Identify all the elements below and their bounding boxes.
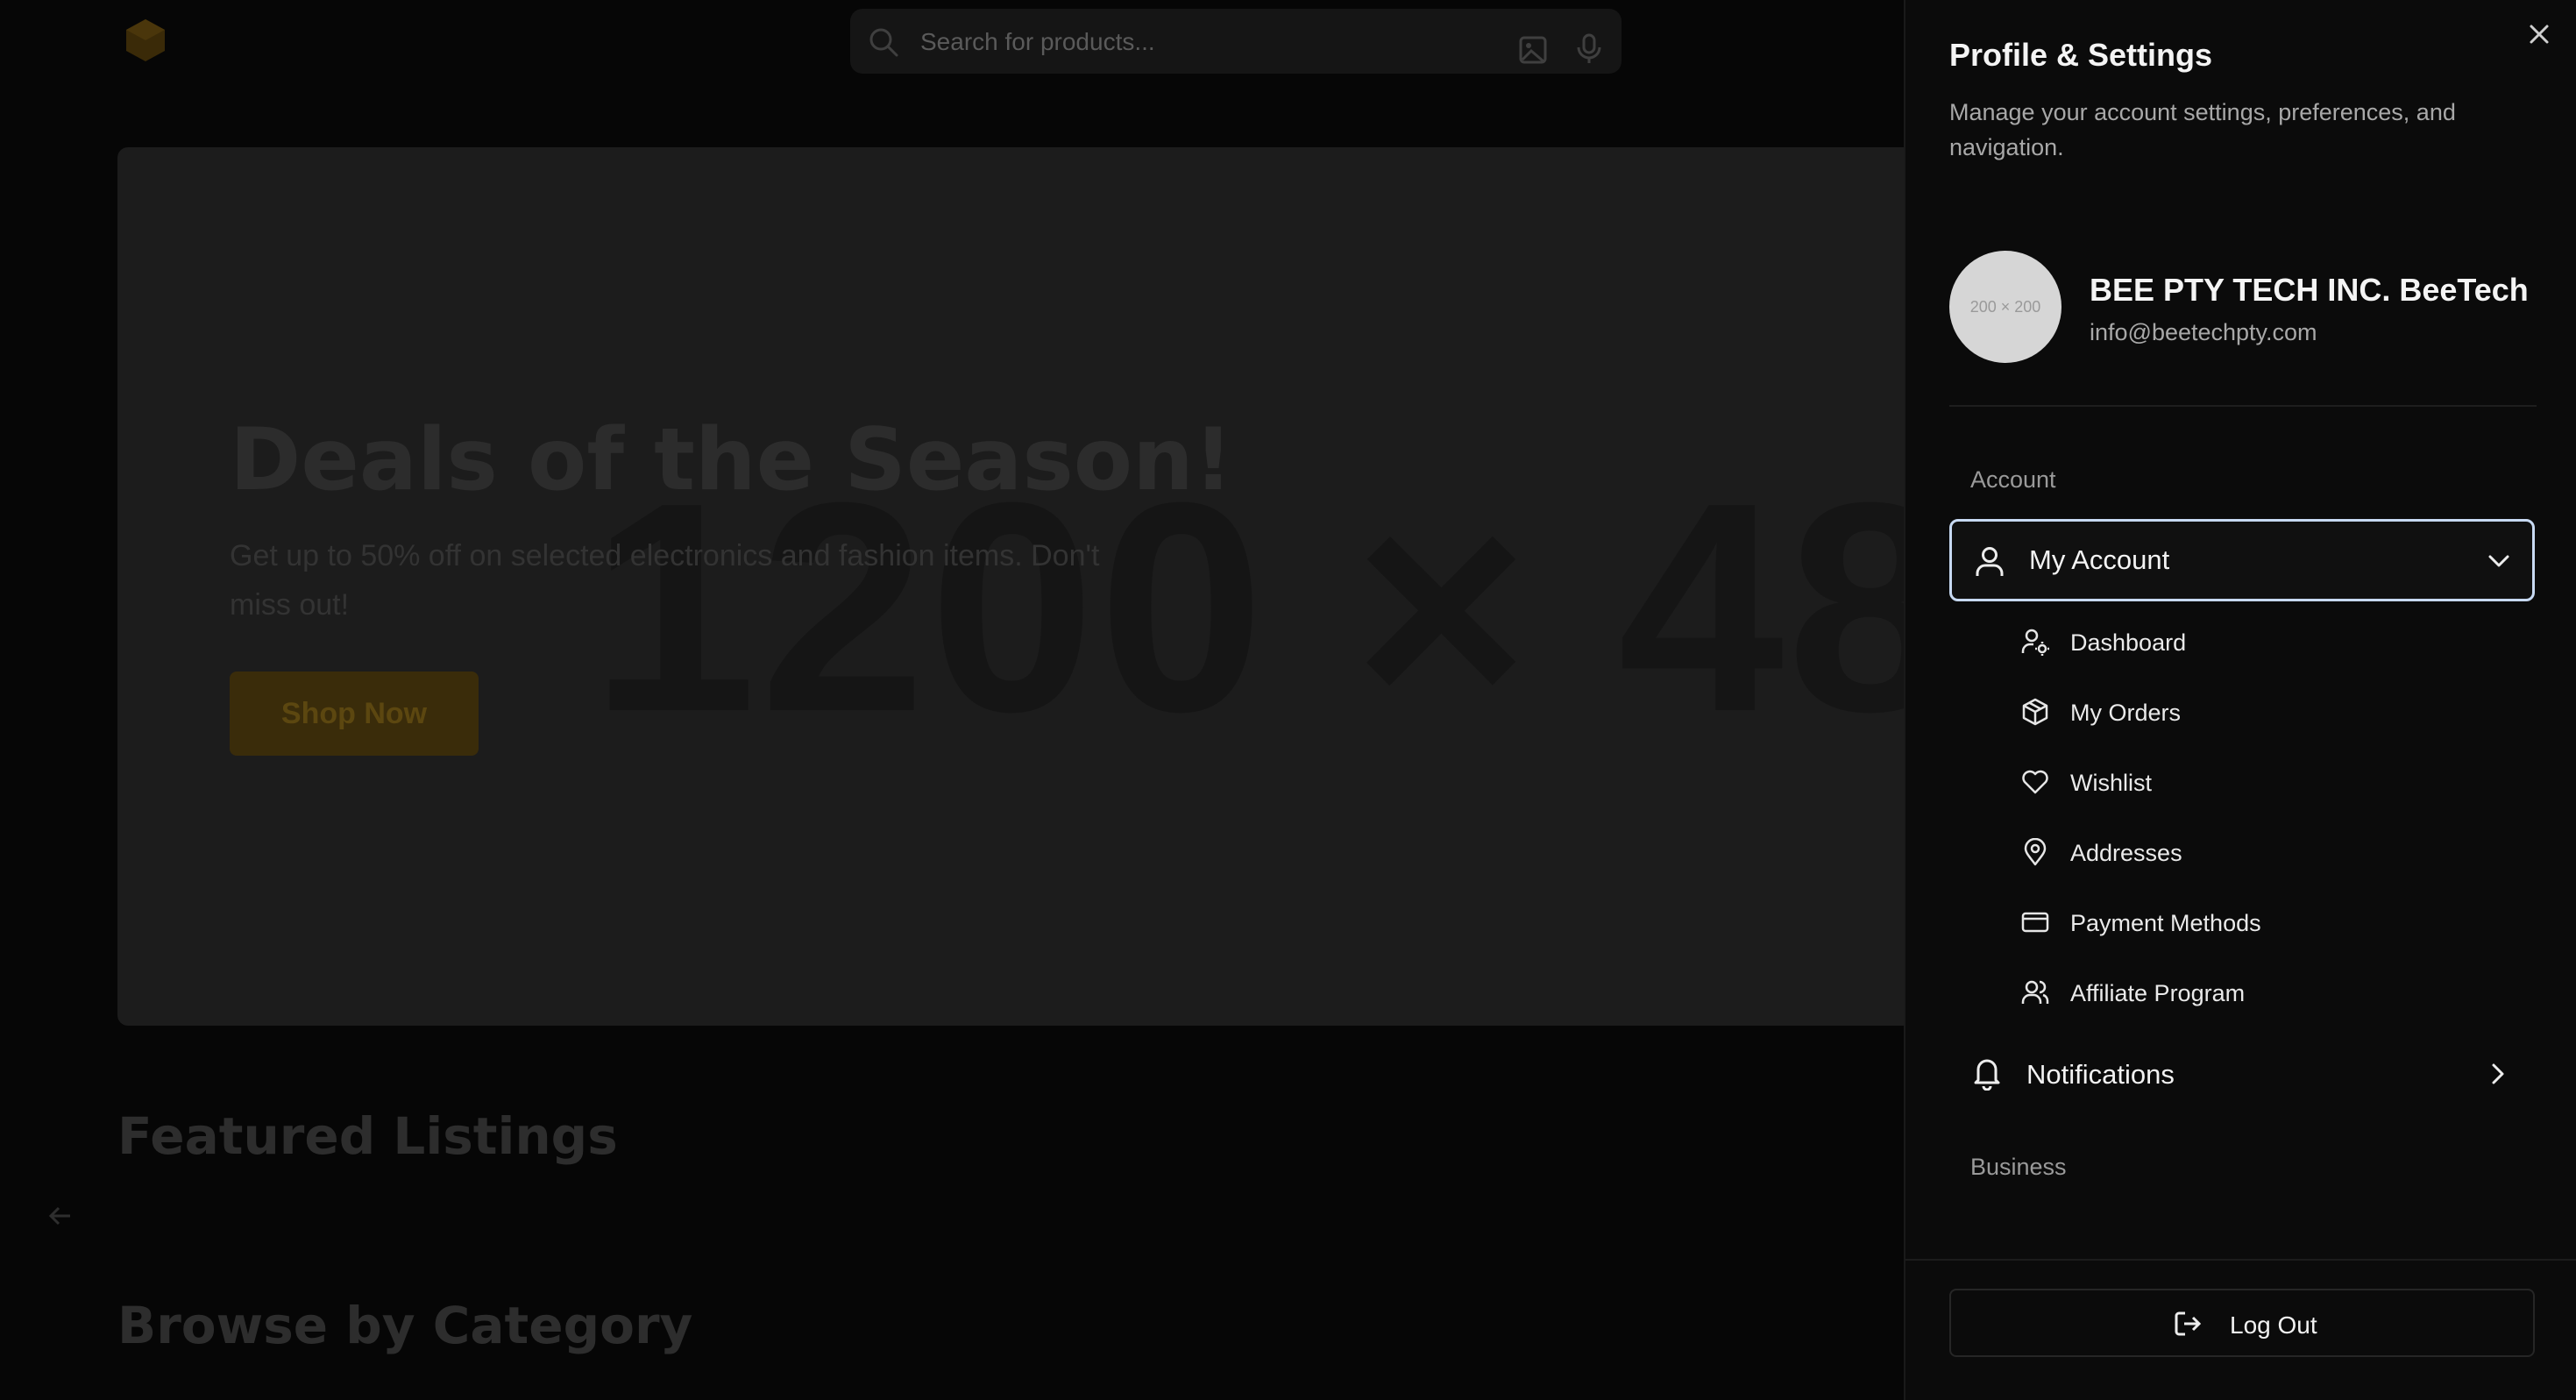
panel-title: Profile & Settings [1949, 37, 2213, 73]
panel-footer-divider [1905, 1259, 2576, 1261]
profile-email: info@beetechpty.com [2090, 319, 2317, 345]
shop-now-button[interactable]: Shop Now [230, 672, 479, 756]
account-group-label: Account [1970, 466, 2056, 493]
chevron-right-icon [2492, 1063, 2504, 1084]
brand-logo[interactable] [123, 18, 168, 63]
submenu-label: Wishlist [2070, 770, 2152, 796]
notifications-item[interactable]: Notifications [1949, 1045, 2535, 1103]
user-icon [1976, 547, 2004, 576]
profile-name: BEE PTY TECH INC. BeeTech [2090, 272, 2529, 308]
submenu-item-payment-methods[interactable]: Payment Methods [2018, 896, 2509, 949]
hero-subtitle: Get up to 50% off on selected electronic… [230, 539, 1100, 622]
avatar-placeholder-text: 200 × 200 [1969, 297, 2041, 316]
carousel-prev-icon[interactable] [47, 1203, 74, 1229]
users-icon [2021, 980, 2049, 1004]
microphone-icon[interactable] [1574, 33, 1604, 65]
close-icon[interactable] [2526, 21, 2552, 47]
submenu-item-affiliate-program[interactable]: Affiliate Program [2018, 966, 2509, 1019]
hero-title: Deals of the Season! [230, 410, 1233, 510]
submenu-label: Affiliate Program [2070, 980, 2246, 1006]
bell-icon [1974, 1059, 2000, 1091]
hero-banner: 1200 × 480 Deals of the Season! Get up t… [117, 147, 2081, 1026]
business-group-label: Business [1970, 1154, 2067, 1180]
submenu-item-dashboard[interactable]: Dashboard [2018, 615, 2509, 668]
profile-divider [1949, 405, 2537, 407]
browse-category-heading: Browse by Category [117, 1296, 693, 1355]
submenu-label: My Orders [2070, 700, 2182, 726]
submenu-label: Addresses [2070, 840, 2182, 866]
heart-icon [2022, 770, 2048, 794]
submenu-item-addresses[interactable]: Addresses [2018, 826, 2509, 878]
search-input[interactable] [919, 21, 1448, 63]
page-background: 1200 × 480 Deals of the Season! Get up t… [0, 0, 2576, 1400]
credit-card-icon [2021, 912, 2049, 933]
avatar: 200 × 200 [1949, 251, 2062, 363]
log-out-icon [2175, 1311, 2202, 1336]
panel-description: Manage your account settings, preference… [1949, 99, 2456, 160]
image-search-icon[interactable] [1518, 35, 1548, 65]
notifications-label: Notifications [2026, 1059, 2175, 1090]
package-icon [2022, 698, 2048, 726]
featured-listings-heading: Featured Listings [117, 1106, 618, 1166]
submenu-label: Dashboard [2070, 629, 2187, 656]
submenu-label: Payment Methods [2070, 910, 2261, 936]
logout-label: Log Out [2230, 1311, 2317, 1339]
chevron-down-icon [2488, 555, 2509, 567]
search-bar [850, 9, 1622, 74]
my-account-accordion[interactable]: My Account [1949, 519, 2535, 601]
user-cog-icon [2021, 629, 2049, 656]
map-pin-icon [2024, 838, 2047, 866]
logout-button[interactable]: Log Out [1949, 1289, 2535, 1357]
my-account-label: My Account [2029, 544, 2170, 575]
search-icon [869, 28, 898, 57]
submenu-item-my-orders[interactable]: My Orders [2018, 686, 2509, 738]
submenu-item-wishlist[interactable]: Wishlist [2018, 756, 2509, 808]
